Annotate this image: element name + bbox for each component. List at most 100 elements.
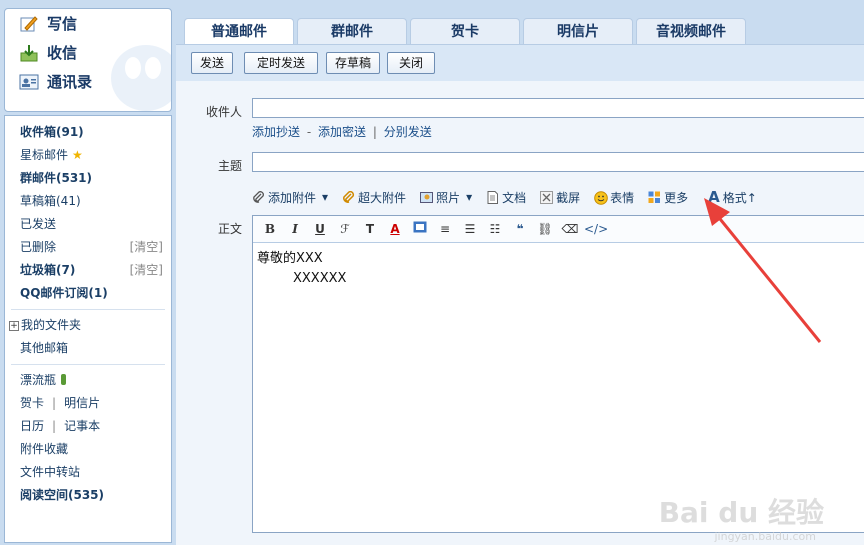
expand-icon[interactable]: +	[9, 321, 19, 331]
add-bcc-link[interactable]: 添加密送	[318, 125, 366, 139]
quote-icon[interactable]: ❝	[509, 219, 531, 239]
emoji-button[interactable]: 表情	[594, 189, 634, 206]
align-icon[interactable]: ≡	[434, 219, 456, 239]
subject-input[interactable]	[252, 152, 864, 172]
file-transfer-label: 文件中转站	[20, 465, 81, 479]
tab-greeting-card[interactable]: 贺卡	[410, 18, 520, 44]
save-draft-button[interactable]: 存草稿	[326, 52, 380, 74]
bold-icon[interactable]: B	[259, 219, 281, 239]
clear-format-icon[interactable]: ⌫	[559, 219, 581, 239]
big-attachment-button[interactable]: 超大附件	[342, 189, 406, 206]
scissors-icon	[540, 190, 554, 204]
reading-space-label: 阅读空间(535)	[20, 488, 105, 502]
folder-group-mail[interactable]: 群邮件(531)	[5, 167, 171, 190]
greeting-card-link[interactable]: 贺卡	[20, 396, 44, 410]
other-mailbox-label: 其他邮箱	[20, 341, 69, 355]
tab-group-mail[interactable]: 群邮件	[297, 18, 407, 44]
contact-card-icon	[19, 73, 39, 91]
reading-space-link[interactable]: 阅读空间(535)	[5, 484, 171, 507]
send-separately-link[interactable]: 分别发送	[384, 125, 432, 139]
big-attachment-label: 超大附件	[358, 190, 407, 205]
close-button[interactable]: 关闭	[387, 52, 435, 74]
editor-content[interactable]: 尊敬的XXX XXXXXX	[253, 243, 864, 295]
separator: |	[52, 419, 57, 433]
format-button[interactable]: A 格式↑	[708, 188, 757, 206]
font-size-icon[interactable]: T	[359, 219, 381, 239]
chevron-down-icon[interactable]: ▾	[466, 190, 472, 204]
folder-sent[interactable]: 已发送	[5, 213, 171, 236]
more-label: 更多	[664, 190, 689, 205]
document-button[interactable]: 文档	[486, 189, 526, 206]
bullet-list-icon[interactable]: ☷	[484, 219, 506, 239]
postcard-link[interactable]: 明信片	[64, 396, 100, 410]
folder-list: 收件箱(91) 星标邮件 ★ 群邮件(531) 草稿箱(41) 已发送 已删除 [清…	[4, 115, 172, 543]
background-color-icon[interactable]	[409, 219, 431, 239]
tab-normal-mail[interactable]: 普通邮件	[184, 18, 294, 44]
font-family-icon[interactable]: ℱ	[334, 219, 356, 239]
format-label: 格式↑	[722, 190, 757, 205]
link-icon[interactable]: ⛓	[534, 219, 556, 239]
empty-spam-link[interactable]: [清空]	[130, 259, 163, 282]
chevron-down-icon[interactable]: ▾	[322, 190, 328, 204]
numbered-list-icon[interactable]: ☰	[459, 219, 481, 239]
folder-spam[interactable]: 垃圾箱(7) [清空]	[5, 259, 171, 282]
tab-postcard[interactable]: 明信片	[523, 18, 633, 44]
screenshot-label: 截屏	[556, 190, 581, 205]
compose-toolbar: 发送 定时发送 存草稿 关闭	[176, 44, 864, 81]
divider	[11, 364, 165, 365]
compose-tabs: 普通邮件 群邮件 贺卡 明信片 音视频邮件	[184, 18, 749, 44]
body-editor[interactable]: B I U ℱ T A ≡ ☰ ☷ ❝ ⛓ ⌫ </> 尊敬的XXX XXXXX…	[252, 215, 864, 533]
folder-qq-subscription[interactable]: QQ邮件订阅(1)	[5, 282, 171, 305]
add-cc-link[interactable]: 添加抄送	[252, 125, 300, 139]
body-label: 正文	[218, 222, 243, 236]
italic-icon[interactable]: I	[284, 219, 306, 239]
other-mailbox[interactable]: 其他邮箱	[5, 337, 171, 360]
add-attachment-label: 添加附件	[268, 190, 317, 205]
calendar-row: 日历 | 记事本	[5, 415, 171, 438]
attachment-favorites-link[interactable]: 附件收藏	[5, 438, 171, 461]
compose-panel: 普通邮件 群邮件 贺卡 明信片 音视频邮件 发送 定时发送 存草稿 关闭 收件人…	[176, 8, 864, 545]
folder-spam-label: 垃圾箱(7)	[20, 263, 76, 277]
smiley-icon	[594, 190, 608, 205]
folder-inbox-label: 收件箱(91)	[20, 125, 84, 139]
font-color-icon[interactable]: A	[384, 219, 406, 239]
my-folders-label: 我的文件夹	[21, 318, 82, 332]
recipient-input[interactable]	[252, 98, 864, 118]
send-button[interactable]: 发送	[191, 52, 233, 74]
grid-icon	[648, 191, 661, 204]
compose-link[interactable]: 写信	[5, 9, 171, 38]
subject-label: 主题	[218, 159, 243, 173]
paperclip-icon	[252, 190, 265, 204]
separator: |	[372, 125, 377, 139]
sidebar: 写信 收信 通讯录 收件箱(91) 星标邮件 ★ 群邮件(531) 草稿箱(41)…	[0, 0, 172, 545]
underline-icon[interactable]: U	[309, 219, 331, 239]
notepad-link[interactable]: 记事本	[64, 419, 100, 433]
compose-form: 收件人 添加抄送 - 添加密送 | 分别发送 主题 添加附件 ▾ 超大附件 照片	[176, 81, 864, 545]
document-label: 文档	[502, 190, 527, 205]
folder-drafts[interactable]: 草稿箱(41)	[5, 190, 171, 213]
html-source-icon[interactable]: </>	[584, 219, 608, 239]
folder-starred[interactable]: 星标邮件 ★	[5, 144, 171, 167]
folder-sent-label: 已发送	[20, 217, 57, 231]
more-button[interactable]: 更多	[648, 189, 688, 206]
attachment-bar: 添加附件 ▾ 超大附件 照片 ▾ 文档 截屏 表情 更多 A 格式↑	[252, 187, 771, 207]
folder-deleted[interactable]: 已删除 [清空]	[5, 236, 171, 259]
photo-button[interactable]: 照片 ▾	[420, 189, 472, 206]
body-line-text: XXXXXX	[293, 271, 347, 286]
tab-av-mail[interactable]: 音视频邮件	[636, 18, 746, 44]
format-a-icon: A	[708, 188, 720, 206]
pencil-icon	[19, 15, 39, 33]
separator: |	[52, 396, 57, 410]
folder-inbox[interactable]: 收件箱(91)	[5, 121, 171, 144]
add-attachment-button[interactable]: 添加附件 ▾	[252, 189, 328, 206]
star-icon: ★	[72, 148, 83, 162]
scheduled-send-button[interactable]: 定时发送	[244, 52, 318, 74]
my-folders[interactable]: + 我的文件夹	[5, 314, 171, 337]
bottle-icon	[61, 374, 67, 385]
drift-bottle-link[interactable]: 漂流瓶	[5, 369, 171, 392]
file-transfer-link[interactable]: 文件中转站	[5, 461, 171, 484]
screenshot-button[interactable]: 截屏	[540, 189, 580, 206]
empty-deleted-link[interactable]: [清空]	[130, 236, 163, 259]
inbox-label: 收信	[47, 44, 78, 62]
calendar-link[interactable]: 日历	[20, 419, 44, 433]
